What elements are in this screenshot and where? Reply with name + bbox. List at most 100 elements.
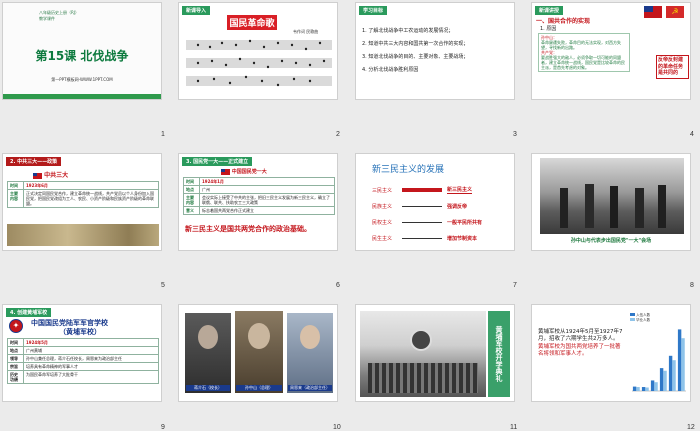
slide11-photo [360, 311, 486, 397]
legend-label: 毕业人数 [636, 317, 651, 322]
cell-value: 培养具有革命精神的军事人才 [23, 362, 159, 371]
slide-thumbnail-10[interactable]: 蒋介石（校长） 孙中山（总理） 周恩来（政治部主任） [178, 304, 338, 402]
flag-icon [221, 168, 230, 175]
legend-label: 入伍人数 [636, 313, 651, 317]
cell-label: 主要内容 [183, 193, 200, 207]
slide-thumbnail-8[interactable]: 孙中山与代表步出国民党"一大"会场 [531, 153, 691, 251]
slide7-row: 民权主义 一般平民所共有 [372, 214, 502, 230]
slide-thumbnail-5[interactable]: 2. 中共三大——政策 中共三大 时间 1923年6月 主要内容 正式决定同国民… [2, 153, 162, 251]
cell-label: 时间 [7, 181, 24, 190]
slide7-row: 民族主义 强调反帝 [372, 198, 502, 214]
chart-bar [641, 387, 646, 391]
slide7-row: 三民主义 新三民主义 [372, 182, 502, 198]
slide6-title-row: 中国国民党一大 [221, 168, 267, 175]
cell-value: 为国民革命军培养了大批骨干 [23, 370, 159, 384]
slide1-header-line1: 八年级历史上册（RJ） [39, 10, 79, 15]
goal-item: 3. 知道北伐战争的目的、主要对象、主要战场； [362, 54, 469, 60]
cpc-flag-icon: ☭ [666, 6, 684, 18]
cell-value: 会议实际上接受了中共的主张，把旧三民主义发展为新三民主义，确立了联俄、联共、扶助… [199, 193, 335, 207]
portrait-caption: 周恩来（政治部主任） [288, 385, 332, 391]
cell-label: 意义 [183, 206, 200, 215]
slide5-title: 中共三大 [44, 172, 69, 179]
cell-label: 时间 [183, 177, 200, 186]
slide-thumbnail-1[interactable]: 八年级历史上册（RJ） 教学课件 第15课 北伐战争 第一PPT模板网-WWW.… [2, 2, 162, 100]
slide3-tag: 学习目标 [359, 6, 388, 15]
slide8-photo [540, 158, 684, 234]
slide-number-11: 11 [510, 424, 518, 431]
slide5-tag: 2. 中共三大——政策 [6, 157, 62, 166]
slide4-tag: 新课讲授 [535, 6, 564, 15]
cell-value: 1924年5月 [23, 338, 159, 347]
slide4-heading: 一、国共合作的实现 [536, 18, 591, 25]
cell-value: 广州黄埔 [23, 346, 159, 355]
slide-number-1: 1 [161, 131, 165, 138]
chart-bar [636, 387, 640, 391]
slide-thumbnail-4[interactable]: 新课讲授 一、国共合作的实现 1. 原因 孙中山： 革命屡遭失败，革命目的无法实… [531, 2, 691, 100]
slide-thumbnail-11[interactable]: 黄埔军校开学典礼 [355, 304, 515, 402]
cell-value: 孙中山兼任总理，蒋介石任校长，周恩来为政治部主任 [23, 354, 159, 363]
goal-item: 2. 知道中共三大内容和国共第一次合作的实现； [362, 41, 469, 47]
slide-thumbnail-9[interactable]: 4. 创建黄埔军校 ✦ 中国国民党陆军军官学校 （黄埔军校） 时间 1924年5… [2, 304, 162, 402]
chart-bar [650, 380, 655, 391]
cell-label: 地点 [7, 346, 24, 355]
cell-value: 广州 [199, 185, 335, 194]
slide9-tag: 4. 创建黄埔军校 [6, 308, 52, 317]
chart-bar [681, 338, 685, 391]
slide-number-8: 8 [690, 282, 694, 289]
arrow-right-icon [402, 205, 442, 207]
cell-label: 宗旨 [7, 362, 24, 371]
row-right: 增加节制资本 [447, 235, 478, 242]
cell-label: 地点 [183, 185, 200, 194]
goal-item: 4. 分析北伐战争胜利原因 [362, 67, 419, 73]
slide-number-12: 12 [687, 424, 695, 431]
legend-swatch [630, 317, 635, 321]
slide5-title-row: 中共三大 [33, 170, 68, 179]
slide4-body: 孙中山： 革命屡遭失败，革命目的无法实现，对西方失望，寻找新的出路。 共产党： … [538, 33, 630, 72]
slide5-table: 时间 1923年6月 主要内容 正式决定同国民党合作，建立革命统一战线，共产党员… [7, 181, 159, 208]
chart-bar [645, 387, 649, 391]
slide2-tag: 新课导入 [182, 6, 211, 15]
legend-swatch [630, 313, 635, 316]
whampoa-badge-icon: ✦ [9, 319, 23, 333]
cell-label: 领导 [7, 354, 24, 363]
cell-label: 主要内容 [7, 189, 24, 208]
slide7-rows: 三民主义 新三民主义 民族主义 强调反帝 民权主义 一般平民所共有 民生主义 增… [372, 182, 502, 246]
row-right: 一般平民所共有 [447, 219, 483, 226]
portrait-sun: 孙中山（总理） [235, 311, 283, 393]
slide-thumbnail-7[interactable]: 新三民主义的发展 三民主义 新三民主义 民族主义 强调反帝 民权主义 一般平民所… [355, 153, 515, 251]
slide3-goals: 1. 了解北伐战争中工农运动的发展情况； 2. 知道中共三大内容和国共第一次合作… [362, 27, 511, 73]
row-left: 三民主义 [372, 187, 393, 194]
slide-thumbnail-2[interactable]: 新课导入 国民革命歌 韦作词 民歌曲 [178, 2, 338, 100]
flag-icon [33, 172, 42, 179]
slide1-footer: 第一PPT模板网-WWW.1PPT.COM [51, 77, 113, 82]
slide7-title: 新三民主义的发展 [372, 165, 445, 175]
slide-number-4: 4 [690, 131, 694, 138]
slide2-song-title: 国民革命歌 [227, 15, 277, 30]
cell-value: 正式决定同国民党合作，建立革命统一战线，共产党员以个人身份加入国民党，把国民党改… [23, 189, 159, 208]
chart-bar [632, 386, 637, 391]
slide2-sheet-music [186, 39, 332, 87]
slide12-chart: 入伍人数 毕业人数 [628, 311, 688, 397]
row-right: 强调反帝 [447, 203, 468, 210]
cell-label: 历史功绩 [7, 370, 24, 384]
slide-thumbnail-12[interactable]: 黄埔军校从1924年5月至1927年7月，招收了六期学生共2万多人。黄埔军校为国… [531, 304, 691, 402]
chart-bar [663, 370, 667, 391]
slide-thumbnail-6[interactable]: 3. 国民党一大——正式建立 中国国民党一大 时间 1924年1月 地点 广州 … [178, 153, 338, 251]
slide9-title2: （黄埔军校） [59, 328, 101, 336]
chart-bar [659, 368, 664, 391]
cell-value: 标志着国共两党合作正式建立 [199, 206, 335, 215]
chart-bar [668, 355, 673, 391]
cell-value: 1923年6月 [23, 181, 159, 190]
slide2-song-credit: 韦作词 民歌曲 [293, 29, 319, 34]
slide4-text-cpc: 要战胜强大的敌人，必须争取一切可能的同盟者，建立革命统一战线，国民党是比较革命的… [541, 55, 625, 70]
slide-number-3: 3 [513, 131, 517, 138]
slide1-header-line2: 教学课件 [39, 16, 55, 21]
arrow-right-icon [402, 188, 442, 192]
portrait-chiang: 蒋介石（校长） [185, 313, 231, 393]
portrait-zhou: 周恩来（政治部主任） [287, 313, 333, 393]
slide-number-7: 7 [513, 282, 517, 289]
slide12-text: 黄埔军校从1924年5月至1927年7月，招收了六期学生共2万多人。黄埔军校为国… [538, 329, 624, 359]
goal-item: 1. 了解北伐战争中工农运动的发展情况； [362, 28, 454, 34]
slide-thumbnail-3[interactable]: 学习目标 1. 了解北伐战争中工农运动的发展情况； 2. 知道中共三大内容和国共… [355, 2, 515, 100]
slide1-bottom-bar [3, 94, 161, 99]
